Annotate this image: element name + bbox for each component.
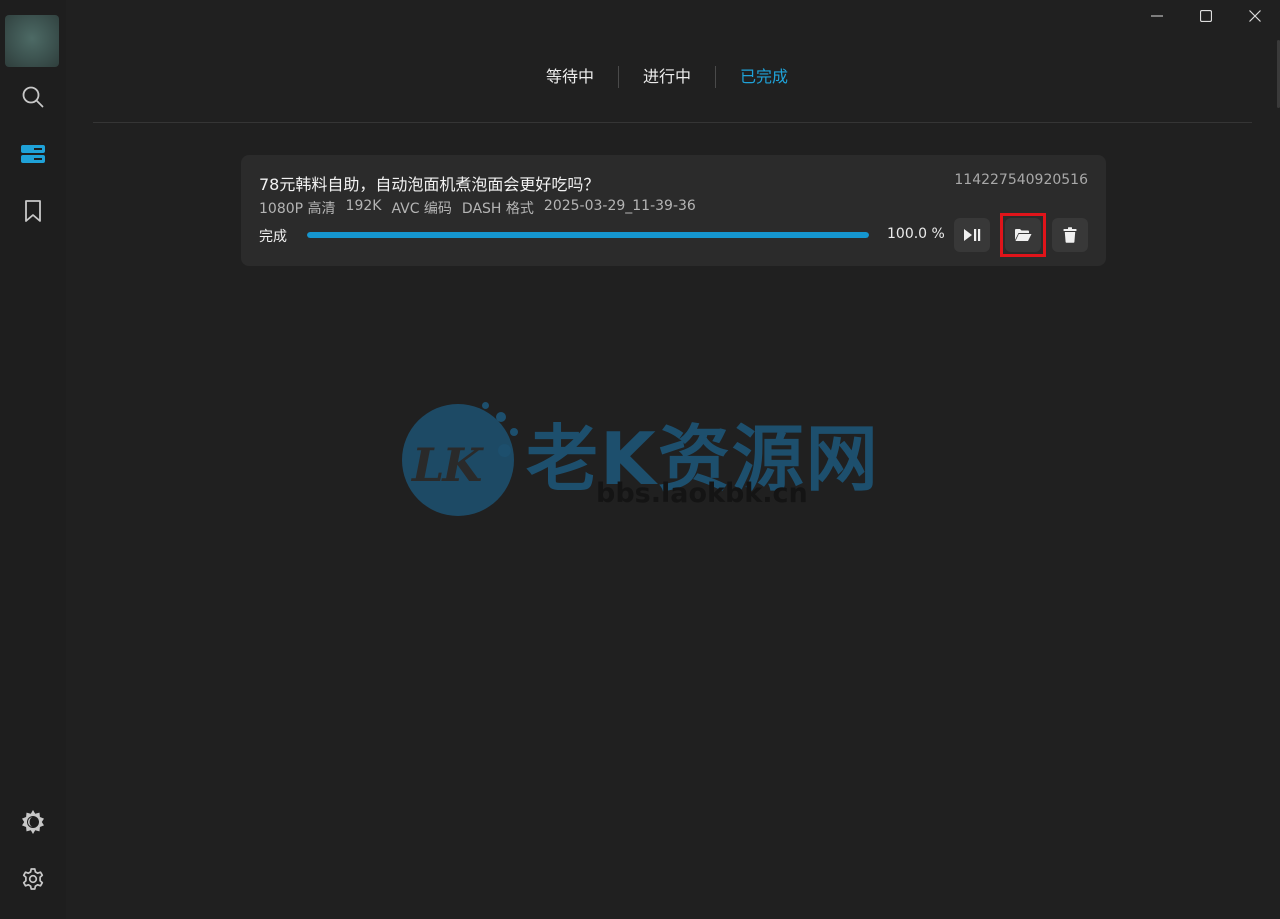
header-divider — [93, 122, 1252, 123]
meta-time: 2025-03-29_11-39-36 — [543, 198, 696, 214]
progress-bar — [307, 232, 869, 238]
sidebar — [0, 0, 66, 919]
search-icon — [22, 86, 44, 108]
watermark-dot — [510, 428, 518, 436]
close-icon — [1249, 10, 1261, 22]
task-status: 完成 — [259, 229, 287, 245]
app-window: 等待中 进行中 已完成 78元韩料自助，自动泡面机煮泡面会更好吃吗？ 11422… — [0, 0, 1280, 919]
downloads-button[interactable] — [13, 134, 53, 174]
meta-audio: 192K — [345, 198, 382, 214]
watermark-dot — [498, 444, 511, 457]
progress-fill — [307, 232, 869, 238]
meta-codec: AVC 编码 — [391, 201, 452, 217]
delete-button[interactable] — [1052, 218, 1088, 252]
task-card: 78元韩料自助，自动泡面机煮泡面会更好吃吗？ 114227540920516 1… — [241, 155, 1106, 266]
progress-percent: 100.0 % — [887, 226, 945, 242]
watermark-url: bbs.laokbk.cn — [596, 478, 808, 509]
trash-icon — [1063, 227, 1077, 243]
play-pause-button[interactable] — [954, 218, 990, 252]
watermark-dot — [482, 402, 489, 409]
avatar[interactable] — [5, 15, 59, 67]
watermark: LK 老K资源网 bbs.laokbk.cn — [398, 398, 888, 523]
tab-completed[interactable]: 已完成 — [716, 62, 812, 92]
tab-waiting[interactable]: 等待中 — [522, 62, 618, 92]
maximize-button[interactable] — [1181, 0, 1231, 32]
task-id: 114227540920516 — [954, 172, 1088, 188]
maximize-icon — [1200, 10, 1212, 22]
minimize-icon — [1151, 15, 1163, 17]
settings-button[interactable] — [13, 859, 53, 899]
open-folder-button[interactable] — [1005, 218, 1041, 252]
bookmark-icon — [25, 200, 41, 222]
meta-format: DASH 格式 — [461, 201, 534, 217]
bookmarks-button[interactable] — [13, 191, 53, 231]
search-button[interactable] — [13, 77, 53, 117]
play-pause-icon — [964, 229, 981, 241]
minimize-button[interactable] — [1132, 0, 1182, 32]
task-title: 78元韩料自助，自动泡面机煮泡面会更好吃吗？ — [259, 175, 600, 194]
watermark-logo-text: LK — [412, 438, 482, 492]
theme-icon — [22, 810, 44, 834]
status-tabs: 等待中 进行中 已完成 — [522, 62, 812, 92]
close-button[interactable] — [1230, 0, 1280, 32]
meta-quality: 1080P 高清 — [259, 201, 336, 217]
folder-open-icon — [1015, 229, 1032, 241]
watermark-dot — [496, 412, 506, 422]
gear-icon — [22, 868, 44, 890]
server-icon — [21, 145, 45, 163]
tab-in-progress[interactable]: 进行中 — [619, 62, 715, 92]
theme-button[interactable] — [13, 802, 53, 842]
task-meta: 1080P 高清 192K AVC 编码 DASH 格式 2025-03-29_… — [259, 198, 696, 218]
